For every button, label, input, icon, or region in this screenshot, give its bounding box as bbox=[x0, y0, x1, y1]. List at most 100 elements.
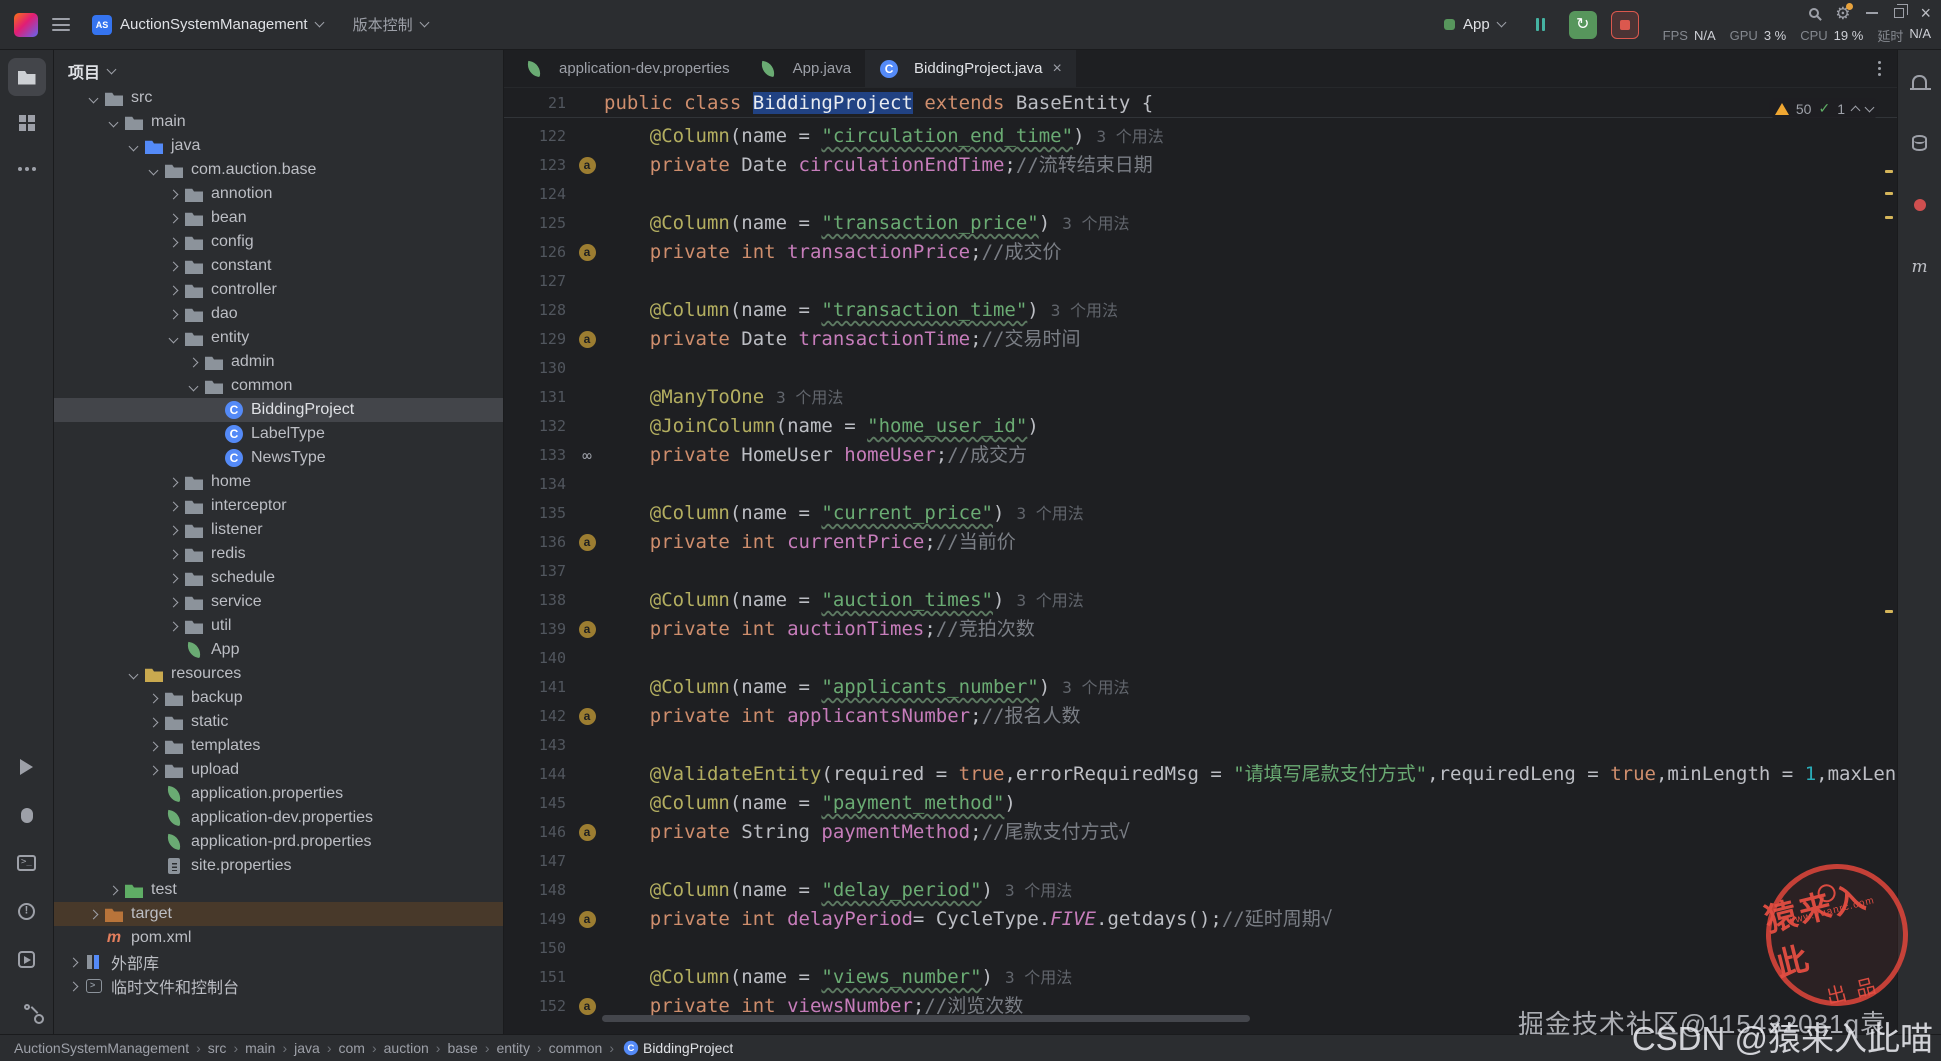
breadcrumb-AuctionSystemManagement[interactable]: AuctionSystemManagement bbox=[14, 1040, 189, 1056]
code-line[interactable]: 130 bbox=[504, 354, 1897, 383]
code-line[interactable]: 122 @Column(name = "circulation_end_time… bbox=[504, 122, 1897, 151]
tree-item-interceptor[interactable]: interceptor bbox=[54, 494, 503, 518]
structure-toolwindow-button[interactable] bbox=[8, 104, 46, 142]
tree-item-listener[interactable]: listener bbox=[54, 518, 503, 542]
breadcrumb-auction[interactable]: auction bbox=[384, 1040, 429, 1056]
restore-button[interactable] bbox=[1894, 4, 1909, 18]
previous-issue-icon[interactable] bbox=[1850, 105, 1861, 116]
problems-toolwindow-button[interactable] bbox=[8, 892, 46, 930]
code-line[interactable]: 133 ∞ private HomeUser homeUser;//成交方 bbox=[504, 441, 1897, 470]
chevron-closed-icon[interactable] bbox=[144, 758, 164, 782]
chevron-open-icon[interactable] bbox=[84, 86, 104, 110]
tree-item-src[interactable]: src bbox=[54, 86, 503, 110]
run-configuration-widget[interactable]: App bbox=[1436, 11, 1513, 38]
code-line[interactable]: 142 a private int applicantsNumber;//报名人数 bbox=[504, 702, 1897, 731]
jpa-attribute-gutter-icon[interactable]: a bbox=[578, 911, 596, 928]
chevron-closed-icon[interactable] bbox=[64, 974, 84, 998]
code-line[interactable]: 149 a private int delayPeriod= CycleType.… bbox=[504, 905, 1897, 934]
chevron-closed-icon[interactable] bbox=[164, 182, 184, 206]
code-line[interactable]: 124 bbox=[504, 180, 1897, 209]
tree-item-annotion[interactable]: annotion bbox=[54, 182, 503, 206]
inspections-widget[interactable]: 50 ✓ 1 bbox=[1768, 98, 1879, 119]
tree-item-admin[interactable]: admin bbox=[54, 350, 503, 374]
chevron-closed-icon[interactable] bbox=[164, 470, 184, 494]
tree-item-pom.xml[interactable]: pom.xml bbox=[54, 926, 503, 950]
usages-inlay-hint[interactable]: 3 个用法 bbox=[1097, 127, 1164, 146]
usages-inlay-hint[interactable]: 3 个用法 bbox=[1051, 301, 1118, 320]
code-line[interactable]: 140 bbox=[504, 644, 1897, 673]
search-icon[interactable] bbox=[1809, 8, 1820, 18]
tree-item-test[interactable]: test bbox=[54, 878, 503, 902]
code-line[interactable]: 131 @ManyToOne 3 个用法 bbox=[504, 383, 1897, 412]
jpa-attribute-gutter-icon[interactable]: a bbox=[578, 244, 596, 261]
tree-item-templates[interactable]: templates bbox=[54, 734, 503, 758]
chevron-open-icon[interactable] bbox=[144, 158, 164, 182]
profiler-toolwindow-button[interactable] bbox=[1903, 188, 1937, 222]
horizontal-scrollbar[interactable] bbox=[602, 1015, 1250, 1022]
code-editor[interactable]: 122 @Column(name = "circulation_end_time… bbox=[504, 118, 1897, 1034]
chevron-closed-icon[interactable] bbox=[164, 230, 184, 254]
tree-item-com.auction.base[interactable]: com.auction.base bbox=[54, 158, 503, 182]
code-line[interactable]: 139 a private int auctionTimes;//竞拍次数 bbox=[504, 615, 1897, 644]
tab-BiddingProject.java[interactable]: BiddingProject.java × bbox=[865, 50, 1076, 87]
jpa-relation-gutter-icon[interactable]: ∞ bbox=[582, 447, 592, 464]
usages-inlay-hint[interactable]: 3 个用法 bbox=[1005, 968, 1072, 987]
tree-item-backup[interactable]: backup bbox=[54, 686, 503, 710]
code-line[interactable]: 135 @Column(name = "current_price") 3 个用法 bbox=[504, 499, 1897, 528]
tree-item-临时文件和控制台[interactable]: 临时文件和控制台 bbox=[54, 974, 503, 998]
gear-icon[interactable]: ⚙ bbox=[1835, 2, 1854, 22]
code-line[interactable]: 126 a private int transactionPrice;//成交价 bbox=[504, 238, 1897, 267]
tree-item-application.properties[interactable]: application.properties bbox=[54, 782, 503, 806]
code-line[interactable]: 145 @Column(name = "payment_method") bbox=[504, 789, 1897, 818]
rerun-button[interactable]: ↻ bbox=[1568, 10, 1597, 39]
close-tab-icon[interactable]: × bbox=[1052, 60, 1061, 78]
chevron-closed-icon[interactable] bbox=[64, 950, 84, 974]
usages-inlay-hint[interactable]: 3 个用法 bbox=[1005, 881, 1072, 900]
project-widget[interactable]: AS AuctionSystemManagement bbox=[84, 10, 331, 40]
maven-toolwindow-button[interactable] bbox=[1903, 250, 1937, 284]
code-line[interactable]: 143 bbox=[504, 731, 1897, 760]
chevron-closed-icon[interactable] bbox=[164, 590, 184, 614]
tree-item-service[interactable]: service bbox=[54, 590, 503, 614]
chevron-closed-icon[interactable] bbox=[164, 542, 184, 566]
chevron-closed-icon[interactable] bbox=[164, 494, 184, 518]
chevron-closed-icon[interactable] bbox=[164, 614, 184, 638]
more-toolwindow-button[interactable] bbox=[8, 150, 46, 188]
tree-item-config[interactable]: config bbox=[54, 230, 503, 254]
breadcrumb-java[interactable]: java bbox=[294, 1040, 320, 1056]
tree-item-schedule[interactable]: schedule bbox=[54, 566, 503, 590]
usages-inlay-hint[interactable]: 3 个用法 bbox=[1062, 214, 1129, 233]
chevron-closed-icon[interactable] bbox=[164, 254, 184, 278]
code-line[interactable]: 134 bbox=[504, 470, 1897, 499]
code-line[interactable]: 148 @Column(name = "delay_period") 3 个用法 bbox=[504, 876, 1897, 905]
usages-inlay-hint[interactable]: 3 个用法 bbox=[1016, 504, 1083, 523]
tree-item-controller[interactable]: controller bbox=[54, 278, 503, 302]
debug-toolwindow-button[interactable] bbox=[8, 796, 46, 834]
tree-item-constant[interactable]: constant bbox=[54, 254, 503, 278]
database-toolwindow-button[interactable] bbox=[1903, 126, 1937, 160]
chevron-open-icon[interactable] bbox=[164, 326, 184, 350]
tab-application-dev.properties[interactable]: application-dev.properties bbox=[510, 50, 744, 87]
tree-item-main[interactable]: main bbox=[54, 110, 503, 134]
usages-inlay-hint[interactable]: 3 个用法 bbox=[776, 388, 843, 407]
jpa-attribute-gutter-icon[interactable]: a bbox=[578, 998, 596, 1015]
tree-item-upload[interactable]: upload bbox=[54, 758, 503, 782]
code-line[interactable]: 138 @Column(name = "auction_times") 3 个用法 bbox=[504, 586, 1897, 615]
tree-item-dao[interactable]: dao bbox=[54, 302, 503, 326]
code-line[interactable]: 137 bbox=[504, 557, 1897, 586]
notifications-toolwindow-button[interactable] bbox=[1903, 64, 1937, 98]
chevron-open-icon[interactable] bbox=[104, 110, 124, 134]
tree-item-site.properties[interactable]: site.properties bbox=[54, 854, 503, 878]
jpa-attribute-gutter-icon[interactable]: a bbox=[578, 621, 596, 638]
next-issue-icon[interactable] bbox=[1864, 102, 1875, 113]
tree-item-BiddingProject[interactable]: BiddingProject bbox=[54, 398, 503, 422]
tree-item-App[interactable]: App bbox=[54, 638, 503, 662]
chevron-open-icon[interactable] bbox=[124, 134, 144, 158]
vcs-widget[interactable]: 版本控制 bbox=[345, 9, 436, 40]
code-line[interactable]: 132 @JoinColumn(name = "home_user_id") bbox=[504, 412, 1897, 441]
breadcrumb-src[interactable]: src bbox=[208, 1040, 227, 1056]
run-toolwindow-button[interactable] bbox=[8, 748, 46, 786]
services-toolwindow-button[interactable] bbox=[8, 940, 46, 978]
code-line[interactable]: 136 a private int currentPrice;//当前价 bbox=[504, 528, 1897, 557]
jpa-attribute-gutter-icon[interactable]: a bbox=[578, 708, 596, 725]
